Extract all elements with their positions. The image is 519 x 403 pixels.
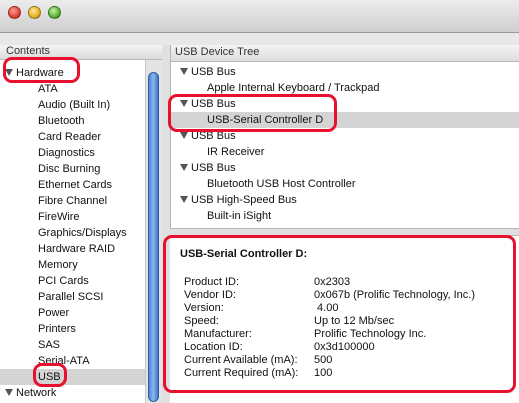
sidebar-item-sas[interactable]: SAS — [0, 337, 145, 353]
contents-sidebar: Contents Hardware ATA Audio (Built In) B… — [0, 45, 163, 403]
tree-row-label: USB Bus — [191, 130, 236, 142]
sidebar-item-label: Graphics/Displays — [38, 227, 127, 239]
disclosure-triangle-icon[interactable] — [5, 69, 13, 76]
sidebar-item-label: SAS — [38, 339, 61, 351]
device-details-pane: USB-Serial Controller D: Product ID: 0x2… — [170, 236, 519, 403]
tree-row-usb-bus[interactable]: USB Bus — [171, 96, 519, 112]
sidebar-item-label: Printers — [38, 323, 76, 335]
disclosure-triangle-icon[interactable] — [180, 164, 188, 171]
disclosure-triangle-icon[interactable] — [180, 196, 188, 203]
minimize-window-button[interactable] — [28, 6, 41, 19]
sidebar-item-hardware-raid[interactable]: Hardware RAID — [0, 241, 145, 257]
window-titlebar — [0, 0, 519, 33]
tree-row-label: Bluetooth USB Host Controller — [207, 178, 356, 190]
usb-device-tree: USB Device Tree USB Bus Apple Internal K… — [170, 45, 519, 228]
tree-row-label: USB Bus — [191, 98, 236, 110]
sidebar-item-bluetooth[interactable]: Bluetooth — [0, 113, 145, 129]
sidebar-item-label: Disc Burning — [38, 163, 101, 175]
tree-row-device-selected[interactable]: USB-Serial Controller D — [171, 112, 519, 128]
tree-header: USB Device Tree — [171, 45, 519, 62]
tree-row-device[interactable]: IR Receiver — [171, 144, 519, 160]
close-window-button[interactable] — [8, 6, 21, 19]
sidebar-item-printers[interactable]: Printers — [0, 321, 145, 337]
tree-row-usb-bus[interactable]: USB Bus — [171, 128, 519, 144]
sidebar-item-label: Diagnostics — [38, 147, 95, 159]
sidebar-header: Contents — [0, 45, 162, 60]
sidebar-item-label: Audio (Built In) — [38, 99, 111, 111]
sidebar-group-label: Hardware — [16, 67, 64, 79]
vertical-splitter[interactable] — [162, 45, 170, 403]
tree-row-device[interactable]: Bluetooth USB Host Controller — [171, 176, 519, 192]
sidebar-item-audio[interactable]: Audio (Built In) — [0, 97, 145, 113]
detail-key: Current Required (mA): — [184, 367, 299, 379]
sidebar-item-usb[interactable]: USB — [0, 369, 145, 385]
sidebar-group-label: Network — [16, 387, 57, 399]
disclosure-triangle-icon[interactable] — [180, 132, 188, 139]
tree-row-label: USB Bus — [191, 66, 236, 78]
disclosure-triangle-icon[interactable] — [180, 100, 188, 107]
sidebar-item-memory[interactable]: Memory — [0, 257, 145, 273]
tree-header-label: USB Device Tree — [175, 46, 260, 58]
sidebar-item-diagnostics[interactable]: Diagnostics — [0, 145, 145, 161]
sidebar-item-label: ATA — [38, 83, 58, 95]
sidebar-scrollbar[interactable] — [145, 60, 162, 403]
sidebar-item-label: FireWire — [38, 211, 80, 223]
tree-row-usb-bus[interactable]: USB Bus — [171, 64, 519, 80]
sidebar-item-label: Fibre Channel — [38, 195, 108, 207]
zoom-window-button[interactable] — [48, 6, 61, 19]
sidebar-item-parallel-scsi[interactable]: Parallel SCSI — [0, 289, 145, 305]
sidebar-item-label: PCI Cards — [38, 275, 89, 287]
sidebar-item-label: Hardware RAID — [38, 243, 116, 255]
sidebar-header-label: Contents — [6, 45, 51, 57]
sidebar-item-pci-cards[interactable]: PCI Cards — [0, 273, 145, 289]
tree-row-device[interactable]: Built-in iSight — [171, 208, 519, 224]
tree-row-label: USB-Serial Controller D — [207, 114, 324, 126]
sidebar-item-card-reader[interactable]: Card Reader — [0, 129, 145, 145]
sidebar-item-label: Bluetooth — [38, 115, 85, 127]
detail-row-current-required: Current Required (mA): 100 — [184, 365, 514, 381]
sidebar-item-label: Power — [38, 307, 70, 319]
tree-row-label: USB Bus — [191, 162, 236, 174]
horizontal-splitter[interactable] — [170, 228, 519, 236]
sidebar-item-firewire[interactable]: FireWire — [0, 209, 145, 225]
disclosure-triangle-icon[interactable] — [5, 389, 13, 396]
details-title: USB-Serial Controller D: — [180, 248, 308, 260]
sidebar-item-label: Memory — [38, 259, 78, 271]
sidebar-item-power[interactable]: Power — [0, 305, 145, 321]
sidebar-item-graphics-displays[interactable]: Graphics/Displays — [0, 225, 145, 241]
disclosure-triangle-icon[interactable] — [180, 68, 188, 75]
sidebar-item-label: Serial-ATA — [38, 355, 90, 367]
tree-row-usb-bus[interactable]: USB Bus — [171, 160, 519, 176]
sidebar-item-label: Ethernet Cards — [38, 179, 112, 191]
sidebar-item-network[interactable]: Network — [0, 385, 145, 401]
tree-row-label: Built-in iSight — [207, 210, 272, 222]
scrollbar-thumb[interactable] — [148, 72, 159, 402]
sidebar-item-label: Parallel SCSI — [38, 291, 104, 303]
tree-row-label: IR Receiver — [207, 146, 265, 158]
sidebar-item-ethernet-cards[interactable]: Ethernet Cards — [0, 177, 145, 193]
tree-row-usb-high-speed-bus[interactable]: USB High-Speed Bus — [171, 192, 519, 208]
sidebar-item-disc-burning[interactable]: Disc Burning — [0, 161, 145, 177]
sidebar-item-label: Card Reader — [38, 131, 101, 143]
tree-row-label: USB High-Speed Bus — [191, 194, 297, 206]
detail-value: 100 — [314, 367, 333, 379]
sidebar-item-serial-ata[interactable]: Serial-ATA — [0, 353, 145, 369]
sidebar-item-label: USB — [38, 371, 61, 383]
sidebar-item-ata[interactable]: ATA — [0, 81, 145, 97]
sidebar-item-fibre-channel[interactable]: Fibre Channel — [0, 193, 145, 209]
sidebar-item-hardware[interactable]: Hardware — [0, 65, 145, 81]
tree-row-label: Apple Internal Keyboard / Trackpad — [207, 82, 380, 94]
tree-row-device[interactable]: Apple Internal Keyboard / Trackpad — [171, 80, 519, 96]
